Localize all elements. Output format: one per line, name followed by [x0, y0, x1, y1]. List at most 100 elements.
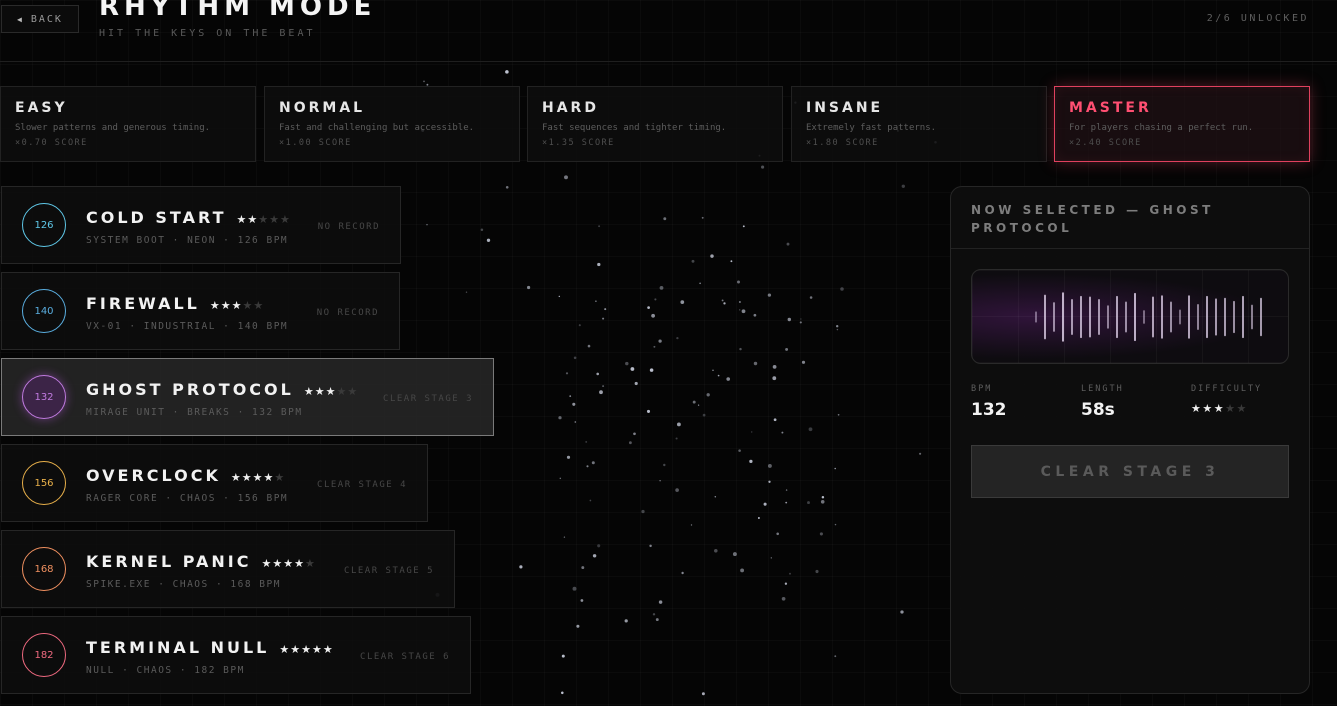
star-particle: [781, 596, 786, 601]
star-particle: [785, 501, 788, 504]
star-filled-icon: ★: [279, 643, 291, 656]
track-item-firewall[interactable]: 140 FIREWALL ★★★★★ VX-01 · INDUSTRIAL · 1…: [1, 272, 400, 350]
difficulty-name: MASTER: [1069, 100, 1152, 116]
bpm-badge: 168: [22, 547, 66, 591]
bpm-badge: 132: [22, 375, 66, 419]
difficulty-card-normal[interactable]: NORMAL Fast and challenging but accessib…: [264, 86, 520, 162]
star-particle: [527, 285, 531, 290]
star-particle: [574, 421, 577, 423]
star-particle: [596, 372, 600, 376]
star-particle: [772, 376, 777, 381]
play-stage-button[interactable]: CLEAR STAGE 3: [971, 445, 1289, 498]
track-status: NO RECORD: [316, 308, 379, 318]
waveform-bar: [1071, 299, 1073, 335]
star-empty-icon: ★: [1236, 403, 1248, 415]
star-particle: [781, 431, 784, 434]
star-particle: [821, 496, 825, 499]
track-item-overclock[interactable]: 156 OVERCLOCK ★★★★★ RAGER CORE · CHAOS · …: [1, 444, 428, 522]
star-particle: [598, 225, 601, 228]
star-particle: [486, 238, 491, 242]
star-particle: [801, 360, 806, 364]
difficulty-description: Extremely fast patterns.: [806, 123, 937, 133]
star-rating: ★★★★★: [210, 299, 264, 312]
star-particle: [697, 404, 700, 406]
star-filled-icon: ★: [314, 385, 326, 398]
star-particle: [573, 356, 577, 360]
star-particle: [576, 624, 580, 628]
track-item-ghost-protocol[interactable]: 132 GHOST PROTOCOL ★★★★★ MIRAGE UNIT · BR…: [1, 358, 494, 436]
track-meta: MIRAGE UNIT · BREAKS · 132 BPM: [86, 407, 303, 418]
star-particle: [653, 345, 656, 348]
star-particle: [789, 572, 791, 575]
difficulty-card-easy[interactable]: EASY Slower patterns and generous timing…: [0, 86, 256, 162]
star-empty-icon: ★: [336, 385, 348, 398]
waveform-bar: [1224, 297, 1226, 337]
star-particle: [505, 70, 509, 74]
star-particle: [721, 299, 724, 302]
star-particle: [692, 400, 696, 404]
star-rating: ★★★★★: [261, 557, 315, 570]
waveform-bar: [1035, 311, 1037, 323]
star-particle: [633, 432, 636, 436]
track-title: KERNEL PANIC ★★★★★: [86, 552, 316, 571]
star-particle: [726, 377, 731, 381]
star-particle: [676, 336, 679, 340]
star-particle: [776, 532, 779, 536]
waveform-bar: [1161, 295, 1163, 339]
star-particle: [663, 217, 667, 221]
star-filled-icon: ★: [220, 299, 232, 312]
star-filled-icon: ★: [301, 643, 312, 656]
track-title: COLD START ★★★★★: [86, 208, 291, 227]
track-item-cold-start[interactable]: 126 COLD START ★★★★★ SYSTEM BOOT · NEON ·…: [1, 186, 401, 264]
track-item-kernel-panic[interactable]: 168 KERNEL PANIC ★★★★★ SPIKE.EXE · CHAOS …: [1, 530, 455, 608]
track-name: FIREWALL: [86, 294, 200, 313]
waveform-bar: [1197, 303, 1199, 331]
difficulty-card-insane[interactable]: INSANE Extremely fast patterns. ×1.80 SC…: [791, 86, 1047, 162]
star-particle: [785, 489, 788, 491]
star-particle: [681, 571, 684, 575]
stat-difficulty: DIFFICULTY ★★★★★: [1191, 384, 1262, 415]
star-particle: [591, 461, 595, 465]
star-particle: [738, 449, 741, 452]
star-filled-icon: ★: [252, 471, 264, 484]
star-particle: [572, 586, 577, 591]
bpm-badge: 156: [22, 461, 66, 505]
star-particle: [840, 287, 844, 291]
track-name: COLD START: [86, 208, 227, 227]
star-particle: [581, 566, 585, 570]
star-filled-icon: ★: [311, 643, 323, 656]
star-filled-icon: ★: [261, 557, 273, 570]
star-particle: [820, 499, 825, 504]
star-particle: [723, 302, 726, 305]
star-empty-icon: ★: [347, 385, 359, 398]
star-particle: [787, 317, 792, 322]
header-divider: [0, 61, 1337, 62]
difficulty-card-master[interactable]: MASTER For players chasing a perfect run…: [1054, 86, 1310, 162]
selected-track-panel: NOW SELECTED — GHOST PROTOCOL BPM 132 LE…: [950, 186, 1310, 694]
waveform-bar: [1098, 299, 1100, 335]
back-button[interactable]: ◀ BACK: [1, 5, 79, 33]
star-particle: [770, 557, 772, 559]
star-particle: [587, 344, 591, 348]
stat-bpm: BPM 132: [971, 384, 1007, 420]
star-particle: [592, 554, 597, 558]
star-particle: [423, 80, 425, 83]
track-item-terminal-null[interactable]: 182 TERMINAL NULL ★★★★★ NULL · CHAOS · 18…: [1, 616, 471, 694]
star-particle: [785, 347, 789, 351]
star-empty-icon: ★: [242, 299, 254, 312]
waveform-bar: [1143, 310, 1145, 324]
star-particle: [658, 600, 663, 604]
star-particle: [426, 223, 428, 226]
star-particle: [761, 165, 765, 169]
star-particle: [624, 619, 628, 623]
star-particle: [652, 613, 656, 616]
difficulty-description: Fast and challenging but accessible.: [279, 123, 475, 133]
difficulty-card-hard[interactable]: HARD Fast sequences and tighter timing. …: [527, 86, 783, 162]
waveform-bar: [1044, 294, 1046, 340]
star-particle: [586, 465, 589, 468]
difficulty-multiplier: ×1.80 SCORE: [806, 138, 879, 148]
star-particle: [800, 318, 802, 320]
star-particle: [572, 402, 576, 406]
star-particle: [710, 254, 714, 258]
waveform-bar: [1053, 302, 1055, 332]
